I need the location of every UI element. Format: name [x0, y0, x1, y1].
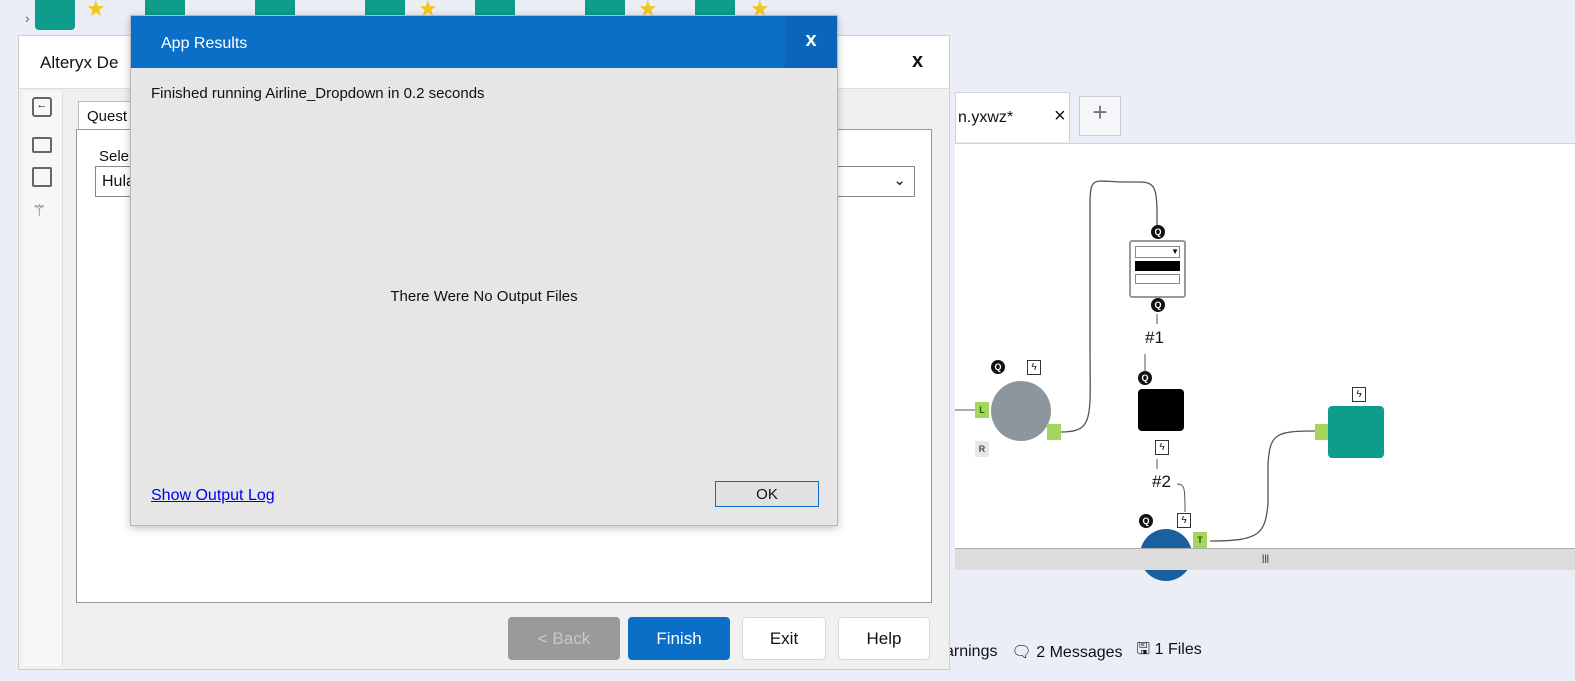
- connection-label-1: #1: [1145, 328, 1164, 347]
- input-anchor-l[interactable]: L: [975, 402, 989, 418]
- connection-label-2: #2: [1152, 472, 1171, 491]
- question-anchor-icon: Q: [1139, 514, 1153, 528]
- action-tool-icon[interactable]: [991, 381, 1051, 441]
- back-button[interactable]: < Back: [508, 617, 620, 660]
- window-title: Alteryx De: [40, 53, 119, 72]
- question-anchor-icon: Q: [1138, 371, 1152, 385]
- select-label: Sele: [99, 148, 130, 165]
- add-tab-button[interactable]: +: [1079, 96, 1121, 136]
- side-toolbar: ← ⚚: [23, 91, 63, 666]
- action-anchor-icon: ϟ: [1027, 360, 1041, 375]
- close-window-button[interactable]: x: [912, 50, 923, 73]
- output-anchor[interactable]: [1047, 424, 1061, 440]
- input-anchor-r[interactable]: R: [975, 441, 989, 457]
- horizontal-scrollbar[interactable]: III: [955, 548, 1575, 570]
- files-label: 1 Files: [1154, 641, 1202, 658]
- browse-tool-icon[interactable]: [35, 0, 75, 30]
- app-results-dialog: App Results x Finished running Airline_D…: [130, 15, 838, 526]
- no-output-message: There Were No Output Files: [390, 288, 578, 305]
- message-icon: 🗨: [1011, 643, 1032, 661]
- exit-button[interactable]: Exit: [742, 617, 826, 660]
- action-anchor-icon: ϟ: [1177, 513, 1191, 528]
- dropdown-interface-tool-icon[interactable]: ▼: [1129, 240, 1186, 298]
- question-anchor-icon: Q: [1151, 225, 1165, 239]
- input-anchor[interactable]: [1315, 424, 1329, 440]
- connections: [955, 180, 1319, 542]
- output-anchor-t[interactable]: T: [1193, 532, 1207, 548]
- show-output-log-link[interactable]: Show Output Log: [151, 487, 275, 505]
- back-icon[interactable]: ←: [32, 97, 52, 117]
- workflow-canvas[interactable]: L R Q ϟ Q ▼ Q #1 Q ϟ #2 Q ϟ T ϟ: [955, 143, 1575, 581]
- dialog-title: App Results: [161, 35, 248, 52]
- condition-tool-icon[interactable]: [1138, 389, 1184, 431]
- close-dialog-button[interactable]: x: [785, 16, 837, 68]
- help-button[interactable]: Help: [838, 617, 930, 660]
- ok-button[interactable]: OK: [715, 481, 819, 507]
- browse-tool-icon[interactable]: [1328, 406, 1384, 458]
- results-bar: arnings 🗨 2 Messages 🖫 1 Files: [945, 638, 1202, 665]
- question-anchor-icon: Q: [1151, 298, 1165, 312]
- magic-wand-icon[interactable]: ⚚: [32, 201, 53, 221]
- workflow-tab-label: n.yxwz*: [958, 109, 1014, 126]
- messages-label: 2 Messages: [1036, 643, 1123, 661]
- action-anchor-icon: ϟ: [1155, 440, 1169, 455]
- folder-icon[interactable]: [32, 137, 52, 153]
- run-status-message: Finished running Airline_Dropdown in 0.2…: [151, 85, 485, 102]
- palette-chevron[interactable]: ›: [25, 10, 30, 26]
- chevron-down-icon: ⌄: [893, 172, 906, 189]
- warnings-filter[interactable]: arnings: [945, 643, 997, 661]
- messages-filter[interactable]: 🗨 2 Messages: [1011, 642, 1122, 662]
- close-tab-icon[interactable]: ×: [1054, 105, 1066, 128]
- finish-button[interactable]: Finish: [628, 617, 730, 660]
- save-icon[interactable]: [32, 167, 52, 187]
- scroll-grip[interactable]: III: [1261, 552, 1269, 566]
- workflow-tab[interactable]: n.yxwz* ×: [955, 92, 1070, 142]
- tab-label: Quest: [87, 108, 128, 125]
- question-anchor-icon: Q: [991, 360, 1005, 374]
- action-anchor-icon: ϟ: [1352, 387, 1366, 402]
- favorite-star-icon: ★: [86, 0, 106, 21]
- save-icon: 🖫: [1136, 641, 1151, 658]
- files-filter[interactable]: 🖫 1 Files: [1137, 638, 1202, 665]
